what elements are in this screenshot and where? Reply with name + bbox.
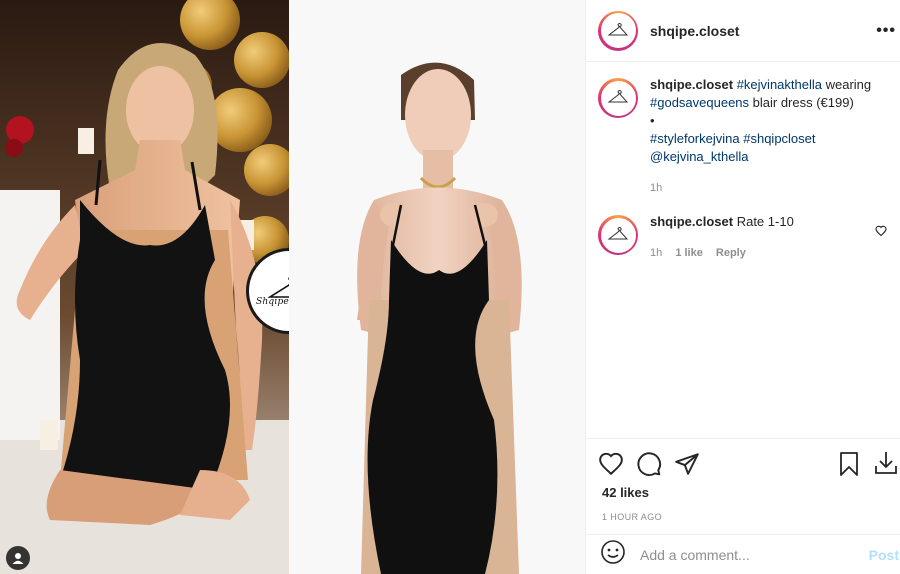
post-media[interactable]: Shqipe Closet (0, 0, 585, 574)
photo-right (289, 0, 585, 574)
download-icon[interactable] (873, 450, 899, 481)
post-timestamp[interactable]: 1 HOUR AGO (586, 512, 900, 522)
like-heart-icon[interactable] (598, 451, 624, 477)
caption-text: wearing (821, 77, 872, 92)
comment-likes[interactable]: 1 like (675, 247, 703, 259)
caption-body: shqipe.closet #kejvinakthella wearing #g… (650, 76, 880, 197)
caption-username[interactable]: shqipe.closet (650, 77, 733, 92)
caption: shqipe.closet #kejvinakthella wearing #g… (586, 76, 900, 197)
reply-button[interactable]: Reply (716, 247, 746, 259)
comments-list: shqipe.closet #kejvinakthella wearing #g… (586, 76, 900, 262)
hanger-icon (607, 90, 629, 103)
header-username[interactable]: shqipe.closet (650, 23, 739, 39)
action-icons (586, 439, 900, 489)
post-comment-button[interactable]: Post (869, 547, 899, 563)
avatar[interactable] (598, 10, 638, 51)
action-bar: 42 likes 1 HOUR AGO (586, 438, 900, 522)
caption-bullet: • (650, 113, 655, 128)
comment-time[interactable]: 1h (650, 247, 662, 259)
comment-body: shqipe.closet Rate 1-10 1h 1 like Reply (650, 213, 880, 262)
photo-left: Shqipe Closet (0, 0, 289, 574)
hashtag-link[interactable]: #godsavequeens (650, 95, 749, 110)
comment-item: shqipe.closet Rate 1-10 1h 1 like Reply (586, 213, 900, 262)
comment-username[interactable]: shqipe.closet (650, 214, 733, 229)
brand-logo-text: Shqipe Closet (256, 297, 289, 307)
like-comment-heart-icon[interactable] (875, 225, 887, 237)
share-paper-plane-icon[interactable] (674, 451, 700, 477)
photo-right-illustration (289, 0, 585, 574)
hashtag-link[interactable]: #styleforkejvina (650, 131, 740, 146)
hashtag-link[interactable]: #kejvinakthella (737, 77, 822, 92)
user-icon (12, 553, 24, 564)
caption-time[interactable]: 1h (650, 182, 662, 194)
more-options-icon[interactable]: ••• (876, 22, 896, 40)
hanger-icon (607, 22, 629, 35)
hashtag-link[interactable]: #shqipcloset (743, 131, 815, 146)
tagged-users-button[interactable] (6, 546, 30, 570)
hanger-icon (607, 227, 629, 240)
comment-text: Rate 1-10 (736, 214, 794, 229)
comment-bubble-icon[interactable] (636, 451, 662, 477)
emoji-smiley-icon[interactable] (600, 539, 626, 570)
add-comment-bar: Post (586, 534, 900, 574)
add-comment-input[interactable] (640, 546, 850, 563)
save-bookmark-icon[interactable] (837, 451, 861, 482)
post-header: shqipe.closet ••• (586, 0, 900, 62)
comment-meta: 1h 1 like Reply (650, 244, 880, 262)
caption-meta: 1h (650, 179, 880, 197)
avatar[interactable] (598, 215, 638, 255)
mention-link[interactable]: @kejvina_kthella (650, 149, 748, 164)
avatar[interactable] (598, 78, 638, 118)
post-side-panel: shqipe.closet ••• shqipe.closet #kejvina… (585, 0, 900, 574)
caption-text: blair dress (€199) (749, 95, 854, 110)
